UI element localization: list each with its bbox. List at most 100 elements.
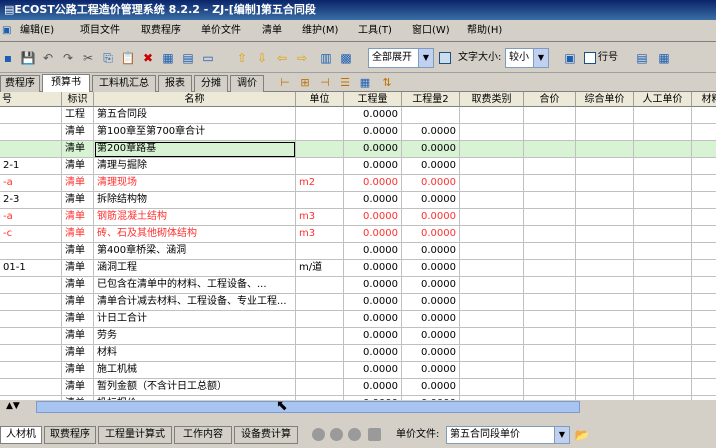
bottom-tab-3[interactable]: 工作内容 xyxy=(174,426,232,444)
cell-empty[interactable] xyxy=(576,345,634,362)
cell-q1[interactable]: 0.0000 xyxy=(344,345,402,362)
save-icon[interactable]: 💾 xyxy=(20,50,36,66)
cell-unit[interactable] xyxy=(296,107,344,124)
cell-empty[interactable] xyxy=(524,158,576,175)
chart-icon[interactable]: ▦ xyxy=(358,76,372,90)
cell-q1[interactable]: 0.0000 xyxy=(344,379,402,396)
cell-empty[interactable] xyxy=(460,379,524,396)
cell-unit[interactable] xyxy=(296,192,344,209)
cell-empty[interactable] xyxy=(634,345,692,362)
cell-empty[interactable] xyxy=(634,260,692,277)
cell-empty[interactable] xyxy=(692,328,716,345)
column-header[interactable]: 标识 xyxy=(62,92,94,107)
table-row[interactable]: 2-3 清单 拆除结构物 0.0000 0.0000 xyxy=(0,192,716,209)
cell-empty[interactable] xyxy=(524,345,576,362)
cell-empty[interactable] xyxy=(576,362,634,379)
sort-icon[interactable]: ⇅ xyxy=(380,76,394,90)
cell-empty[interactable] xyxy=(692,379,716,396)
table-row[interactable]: 清单 第100章至第700章合计 0.0000 0.0000 xyxy=(0,124,716,141)
tab-0[interactable]: 费程序 xyxy=(0,75,40,92)
cell-empty[interactable] xyxy=(634,328,692,345)
cell-empty[interactable] xyxy=(634,311,692,328)
cell-empty[interactable] xyxy=(634,192,692,209)
move-down-icon[interactable]: ⇩ xyxy=(254,50,270,66)
cell-unit[interactable] xyxy=(296,328,344,345)
cell-empty[interactable] xyxy=(692,226,716,243)
font-size-select[interactable]: 较小 ▼ xyxy=(505,48,549,68)
cell-empty[interactable] xyxy=(460,294,524,311)
cell-unit[interactable] xyxy=(296,158,344,175)
table-row[interactable]: 清单 暂列金额（不含计日工总额） 0.0000 0.0000 xyxy=(0,379,716,396)
cell-q2[interactable]: 0.0000 xyxy=(402,158,460,175)
tree-icon[interactable]: ⊢ xyxy=(278,76,292,90)
cell-code[interactable] xyxy=(0,294,62,311)
cell-empty[interactable] xyxy=(692,243,716,260)
cell-empty[interactable] xyxy=(460,175,524,192)
cell-q2[interactable]: 0.0000 xyxy=(402,345,460,362)
cell-type[interactable]: 清单 xyxy=(62,311,94,328)
cell-empty[interactable] xyxy=(524,379,576,396)
table-row[interactable]: 清单 第400章桥梁、涵洞 0.0000 0.0000 xyxy=(0,243,716,260)
table-row[interactable]: 清单 材料 0.0000 0.0000 xyxy=(0,345,716,362)
copy-icon[interactable]: ⎘ xyxy=(100,50,116,66)
cell-empty[interactable] xyxy=(576,175,634,192)
list-icon[interactable]: ☰ xyxy=(338,76,352,90)
cell-unit[interactable]: m3 xyxy=(296,226,344,243)
cell-code[interactable]: 2-1 xyxy=(0,158,62,175)
cell-code[interactable]: -a xyxy=(0,175,62,192)
delete-icon[interactable]: ✖ xyxy=(140,50,156,66)
cell-unit[interactable]: m3 xyxy=(296,209,344,226)
cell-q1[interactable]: 0.0000 xyxy=(344,362,402,379)
tab-2[interactable]: 工料机汇总 xyxy=(92,75,156,92)
cell-q2[interactable]: 0.0000 xyxy=(402,260,460,277)
cell-type[interactable]: 清单 xyxy=(62,243,94,260)
cell-empty[interactable] xyxy=(634,107,692,124)
cell-code[interactable] xyxy=(0,311,62,328)
cell-empty[interactable] xyxy=(692,158,716,175)
cell-empty[interactable] xyxy=(460,107,524,124)
table-row[interactable]: 清单 清单合计减去材料、工程设备、专业工程... 0.0000 0.0000 xyxy=(0,294,716,311)
menu-item[interactable]: 单价文件 xyxy=(201,20,241,42)
cell-empty[interactable] xyxy=(634,141,692,158)
cell-q2[interactable]: 0.0000 xyxy=(402,362,460,379)
cell-empty[interactable] xyxy=(524,141,576,158)
cell-empty[interactable] xyxy=(692,107,716,124)
indent-icon[interactable]: ⇦ xyxy=(274,50,290,66)
cell-q2[interactable]: 0.0000 xyxy=(402,294,460,311)
cell-empty[interactable] xyxy=(460,362,524,379)
cell-q1[interactable]: 0.0000 xyxy=(344,141,402,158)
cell-unit[interactable] xyxy=(296,362,344,379)
cell-empty[interactable] xyxy=(692,124,716,141)
row-number-checkbox[interactable] xyxy=(584,52,596,64)
cell-type[interactable]: 清单 xyxy=(62,277,94,294)
bottom-tab-1[interactable]: 取费程序 xyxy=(44,426,96,444)
cell-type[interactable]: 工程 xyxy=(62,107,94,124)
cell-unit[interactable] xyxy=(296,379,344,396)
cell-empty[interactable] xyxy=(524,277,576,294)
cell-empty[interactable] xyxy=(524,175,576,192)
cell-empty[interactable] xyxy=(576,277,634,294)
table-row[interactable]: -a 清单 清理现场 m2 0.0000 0.0000 xyxy=(0,175,716,192)
cell-code[interactable] xyxy=(0,107,62,124)
cell-empty[interactable] xyxy=(460,209,524,226)
cell-code[interactable]: 01-1 xyxy=(0,260,62,277)
open-icon[interactable]: ▪ xyxy=(0,50,16,66)
cell-q2[interactable]: 0.0000 xyxy=(402,379,460,396)
cell-empty[interactable] xyxy=(524,311,576,328)
cell-q1[interactable]: 0.0000 xyxy=(344,260,402,277)
cell-code[interactable] xyxy=(0,362,62,379)
cell-empty[interactable] xyxy=(576,311,634,328)
cell-name[interactable]: 第100章至第700章合计 xyxy=(94,124,296,141)
column-header[interactable]: 工程量2 xyxy=(402,92,460,107)
cell-empty[interactable] xyxy=(692,175,716,192)
cell-name[interactable]: 拆除结构物 xyxy=(94,192,296,209)
cell-code[interactable]: -a xyxy=(0,209,62,226)
cell-empty[interactable] xyxy=(524,124,576,141)
cell-code[interactable] xyxy=(0,277,62,294)
cell-unit[interactable]: m/道 xyxy=(296,260,344,277)
cell-type[interactable]: 清单 xyxy=(62,362,94,379)
cell-q2[interactable]: 0.0000 xyxy=(402,328,460,345)
cell-code[interactable] xyxy=(0,124,62,141)
column-header[interactable]: 材料 xyxy=(692,92,716,107)
cell-q1[interactable]: 0.0000 xyxy=(344,158,402,175)
